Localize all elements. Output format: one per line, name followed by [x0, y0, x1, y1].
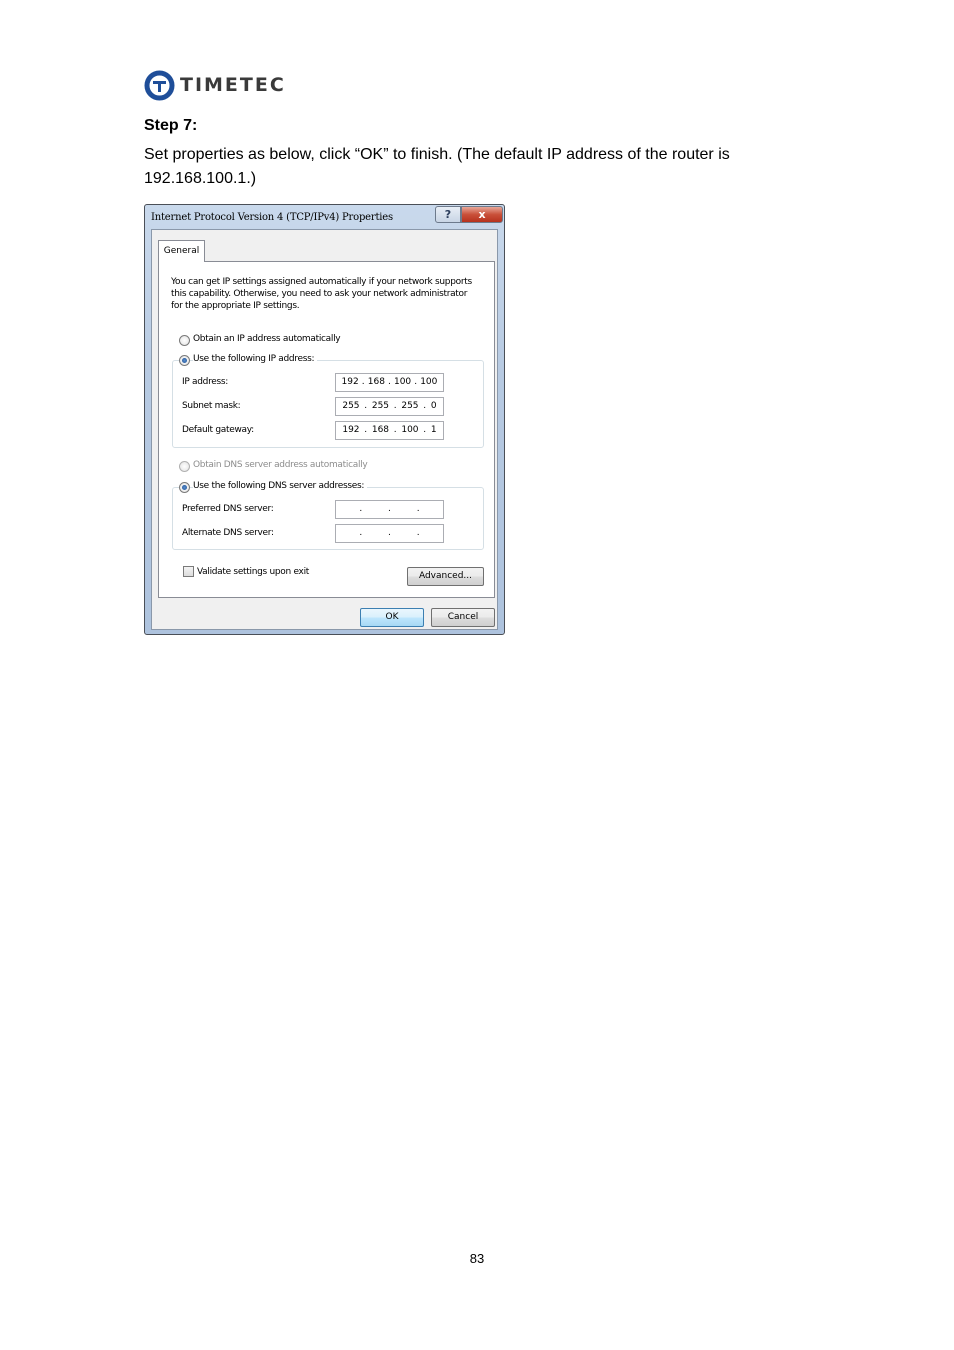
step-instruction: Set properties as below, click “OK” to f… [144, 146, 730, 187]
validate-label: Validate settings upon exit [197, 567, 310, 577]
close-icon: x [478, 208, 486, 221]
radio-manual-dns[interactable] [179, 482, 190, 493]
subnet-mask-label: Subnet mask: [182, 401, 241, 411]
general-panel: You can get IP settings assigned automat… [158, 261, 495, 598]
tab-general[interactable]: General [158, 240, 205, 262]
help-button[interactable]: ? [435, 206, 461, 223]
validate-checkbox[interactable] [183, 566, 194, 577]
radio-manual-ip[interactable] [179, 355, 190, 366]
timetec-logo-icon [144, 70, 175, 100]
radio-auto-ip-label: Obtain an IP address automatically [193, 334, 341, 344]
advanced-button[interactable]: Advanced... [407, 567, 484, 586]
radio-manual-ip-label: Use the following IP address: [193, 354, 318, 364]
default-gateway-label: Default gateway: [182, 425, 254, 435]
close-button[interactable]: x [461, 206, 503, 223]
intro-text: You can get IP settings assigned automat… [171, 277, 472, 311]
radio-auto-ip[interactable] [179, 335, 190, 346]
dialog-titlebar[interactable]: Internet Protocol Version 4 (TCP/IPv4) P… [145, 205, 504, 229]
alternate-dns-field[interactable]: ... [335, 524, 444, 543]
radio-auto-dns[interactable] [179, 461, 190, 472]
alternate-dns-label: Alternate DNS server: [182, 528, 274, 538]
ip-address-field[interactable]: 192. 168. 100. 100 [335, 373, 444, 392]
ip-address-label: IP address: [182, 377, 229, 387]
ok-button[interactable]: OK [360, 608, 424, 627]
logo-text: TIMETEC [180, 74, 286, 96]
cancel-button[interactable]: Cancel [431, 608, 495, 627]
preferred-dns-label: Preferred DNS server: [182, 504, 274, 514]
dialog-title: Internet Protocol Version 4 (TCP/IPv4) P… [151, 212, 393, 223]
radio-manual-dns-label: Use the following DNS server addresses: [193, 481, 368, 491]
page-number: 83 [469, 1251, 485, 1266]
timetec-logo: TIMETEC [144, 69, 286, 101]
help-icon: ? [444, 208, 452, 221]
default-gateway-field[interactable]: 192. 168. 100. 1 [335, 421, 444, 440]
step-title: Step 7: [144, 117, 198, 134]
subnet-mask-field[interactable]: 255. 255. 255. 0 [335, 397, 444, 416]
preferred-dns-field[interactable]: ... [335, 500, 444, 519]
radio-auto-dns-label: Obtain DNS server address automatically [193, 460, 368, 470]
ipv4-properties-dialog: Internet Protocol Version 4 (TCP/IPv4) P… [144, 204, 505, 635]
dialog-client-area: General You can get IP settings assigned… [151, 229, 498, 630]
